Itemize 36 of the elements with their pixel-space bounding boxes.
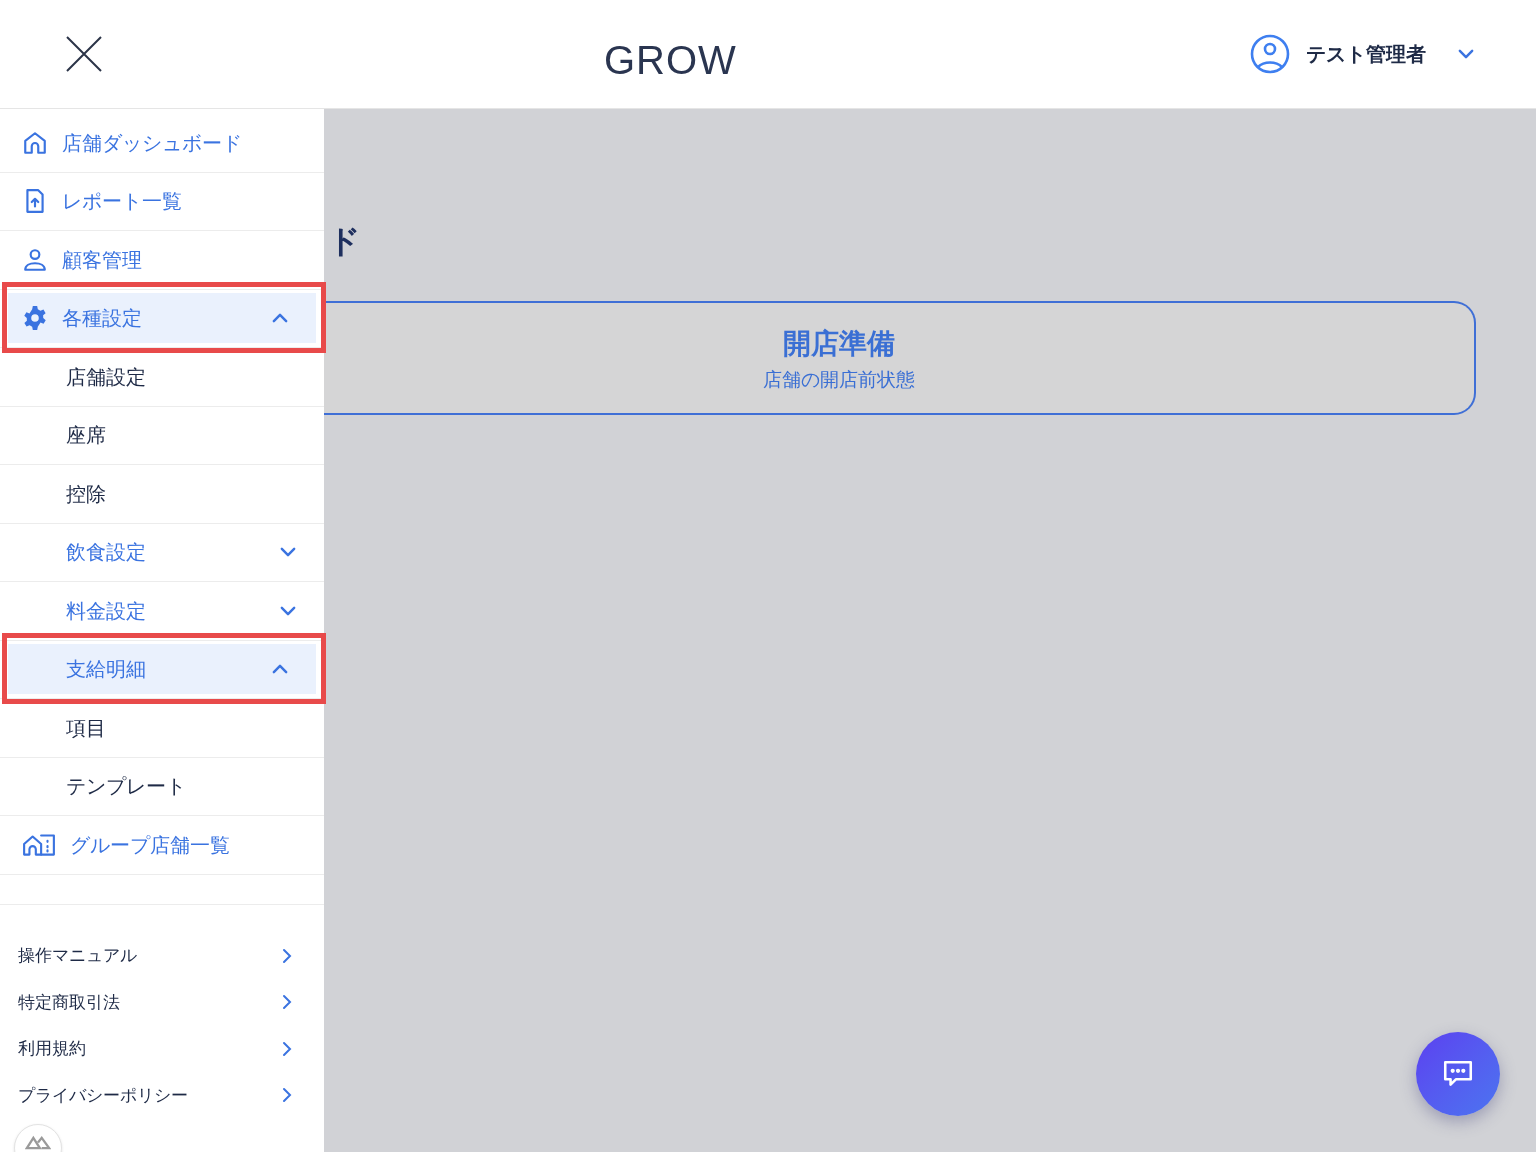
mountain-icon: [25, 1135, 51, 1150]
sidebar-item[interactable]: レポート一覧: [0, 172, 324, 230]
close-icon: [64, 34, 104, 74]
chevron-up-icon: [272, 313, 288, 324]
gear-icon: [22, 305, 48, 332]
chevron-down-icon: [280, 547, 296, 558]
footer-link[interactable]: 特定商取引法: [0, 979, 324, 1026]
app-logo: GROW: [604, 37, 737, 84]
sidebar-item[interactable]: 座席: [0, 406, 324, 464]
sidebar-item[interactable]: 店舗ダッシュボード: [0, 114, 324, 172]
sidebar-item[interactable]: 料金設定: [0, 582, 324, 640]
user-icon: [22, 246, 48, 273]
user-avatar-icon: [1250, 34, 1290, 74]
building-icon: [22, 831, 56, 858]
sidebar-item[interactable]: 顧客管理: [0, 231, 324, 289]
sidebar-item[interactable]: 各種設定: [8, 293, 316, 344]
home-icon: [22, 129, 48, 156]
sidebar-item[interactable]: 支給明細: [8, 644, 316, 695]
footer-link[interactable]: プライバシーポリシー: [0, 1072, 324, 1119]
footer-link[interactable]: 利用規約: [0, 1025, 324, 1072]
sidebar-item[interactable]: 店舗設定: [0, 348, 324, 406]
footer-link[interactable]: 操作マニュアル: [0, 932, 324, 979]
chat-button[interactable]: [1416, 1032, 1500, 1116]
sidebar-item[interactable]: テンプレート: [0, 757, 324, 815]
chevron-down-icon: [280, 605, 296, 616]
page-title: ド: [328, 222, 361, 260]
status-title: 開店準備: [783, 325, 895, 362]
chevron-up-icon: [272, 664, 288, 675]
sidebar-item[interactable]: 項目: [0, 699, 324, 757]
close-button[interactable]: [64, 34, 104, 74]
status-subtitle: 店舗の開店前状態: [763, 366, 915, 392]
user-menu[interactable]: テスト管理者: [1250, 34, 1474, 74]
sidebar-item[interactable]: グループ店舗一覧: [0, 816, 324, 874]
sidebar-item[interactable]: 飲食設定: [0, 523, 324, 581]
chevron-down-icon: [1458, 49, 1474, 59]
sidebar-item[interactable]: 控除: [0, 465, 324, 523]
